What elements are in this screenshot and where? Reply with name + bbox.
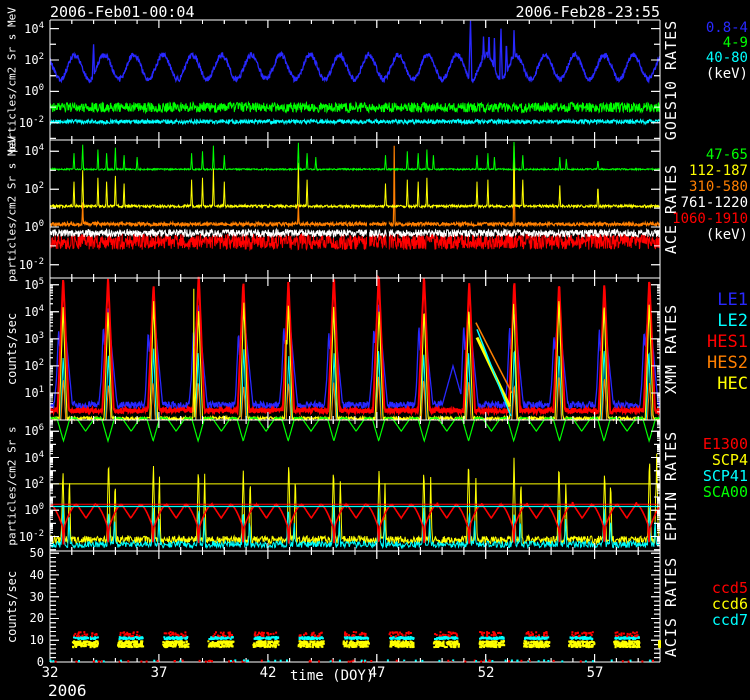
y-tick-label: 102 (24, 181, 44, 196)
x-tick-label: 32 (42, 665, 59, 681)
ace-legend-47-65: 47-65 (706, 147, 748, 163)
y-tick-label: 102 (24, 52, 44, 67)
y-tick-label: 105 (24, 277, 44, 292)
goes10-legend--kev-: (keV) (706, 66, 748, 82)
y-tick-label: 10 (30, 633, 44, 647)
y-tick-label: 10-2 (19, 529, 44, 544)
data-gap (367, 217, 369, 258)
goes10-y-axis-title: particles/cm2 Sr s MeV (6, 7, 19, 153)
ace-legend-1060-1910: 1060-1910 (672, 211, 748, 227)
xmm-legend-le2: LE2 (717, 311, 748, 331)
y-tick-label: 100 (24, 83, 44, 98)
x-tick-label: 52 (478, 665, 495, 681)
x-tick-label: 57 (587, 665, 604, 681)
ephin-trace (50, 454, 660, 544)
ephin-panel-label: EPHIN RATES (662, 430, 680, 540)
y-tick-label: 104 (24, 304, 44, 319)
radiation-summary-plot: 104 102 100 10-2 104 102 100 10-2 105 104 103 102 10… (0, 0, 750, 700)
acis-points (72, 640, 661, 648)
x-tick-label: 37 (151, 665, 168, 681)
acis-legend-ccd7: ccd7 (712, 611, 748, 629)
acis-panel-label: ACIS RATES (662, 556, 680, 656)
y-tick-label: 104 (24, 450, 44, 465)
y-tick-label: 50 (30, 546, 44, 560)
xmm-trace (50, 277, 660, 413)
y-tick-label: 102 (24, 476, 44, 491)
xmm-y-axis-title: counts/sec (5, 313, 19, 385)
ephin-y-axis-title: particles/cm2 Sr s (6, 426, 19, 545)
goes10-legend-0-8-4: 0.8-4 (706, 20, 748, 36)
y-tick-label: 10-2 (19, 257, 44, 272)
goes10-trace (50, 102, 660, 112)
y-tick-label: 101 (24, 385, 44, 400)
goes10-trace (50, 21, 660, 82)
xmm-legend-hes1: HES1 (707, 332, 748, 352)
ace-legend-310-580: 310-580 (689, 179, 748, 195)
ace-y-axis-title: particles/cm2 Sr s MeV (6, 136, 19, 282)
xmm-legend-hec: HEC (717, 374, 748, 394)
start-timestamp: 2006-Feb01-00:04 (50, 3, 195, 21)
ace-trace (50, 146, 660, 226)
y-tick-label: 102 (24, 358, 44, 373)
axes-frame-overlay (50, 20, 660, 662)
data-gap (387, 217, 389, 258)
x-axis-title: time (DOY) (290, 668, 374, 684)
end-timestamp: 2006-Feb28-23:55 (516, 3, 661, 21)
y-tick-label: 30 (30, 590, 44, 604)
acis-y-axis-title: counts/sec (5, 570, 19, 642)
xmm-panel-label: XMM RATES (662, 304, 680, 394)
ace-trace (50, 142, 660, 170)
xmm-legend-le1: LE1 (717, 290, 748, 310)
plot-canvas: 104 102 100 10-2 104 102 100 10-2 105 104 103 102 10… (0, 0, 750, 700)
ace-trace (50, 151, 660, 207)
goes10-legend-4-9: 4-9 (723, 35, 748, 51)
y-tick-label: 100 (24, 502, 44, 517)
goes10-trace (50, 120, 660, 124)
y-tick-label: 20 (30, 611, 44, 625)
ace-legend-761-1220: 761-1220 (681, 195, 748, 211)
y-tick-label: 40 (30, 568, 44, 582)
y-tick-label: 104 (24, 21, 44, 36)
xmm-legend-hes2: HES2 (707, 353, 748, 373)
ace-legend--kev-: (keV) (706, 227, 748, 243)
y-tick-label: 104 (24, 143, 44, 158)
x-axis-year: 2006 (48, 681, 87, 700)
y-tick-label: 10-2 (19, 115, 44, 130)
xmm-trace (50, 304, 660, 409)
y-tick-label: 100 (24, 219, 44, 234)
xmm-decay-curve (476, 323, 512, 393)
acis-points (73, 636, 640, 640)
xmm-trace (50, 289, 660, 420)
ace-legend-112-187: 112-187 (689, 163, 748, 179)
goes10-panel-label: GOES10 RATES (662, 20, 680, 140)
ephin-legend-sca00: SCA00 (703, 483, 748, 501)
goes10-legend-40-80: 40-80 (706, 50, 748, 66)
x-tick-label: 42 (260, 665, 277, 681)
y-tick-label: 103 (24, 331, 44, 346)
axes-frame (50, 20, 660, 662)
y-tick-label: 106 (24, 423, 44, 438)
ace-panel-label: ACE RATES (662, 164, 680, 254)
